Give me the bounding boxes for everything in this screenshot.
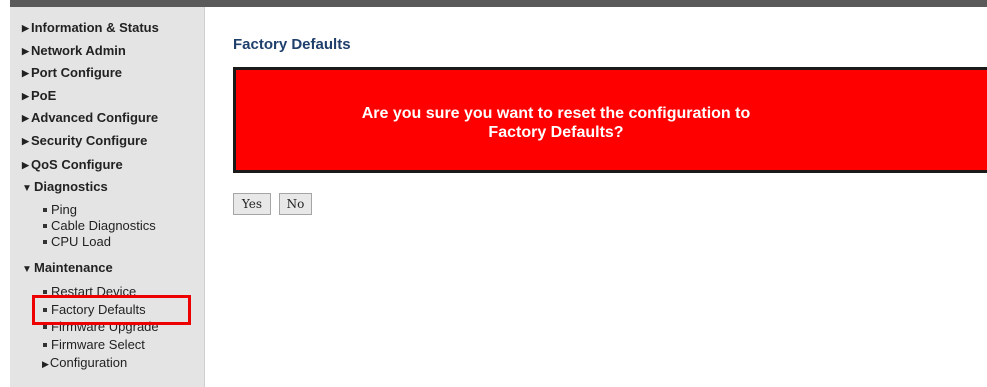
sidebar-item-port-configure[interactable]: ▶ Port Configure	[22, 65, 122, 81]
bullet-icon	[43, 224, 47, 228]
sidebar: ▶ Information & Status ▶ Network Admin ▶ Po…	[10, 7, 205, 387]
sidebar-subitem-cable-diagnostics[interactable]: Cable Diagnostics	[43, 218, 156, 233]
caret-right-icon: ▶	[22, 23, 29, 33]
sidebar-item-security-configure[interactable]: ▶ Security Configure	[22, 133, 147, 149]
caret-right-icon: ▶	[22, 136, 29, 146]
sidebar-subitem-label: Configuration	[49, 355, 128, 370]
sidebar-subitem-label: Ping	[51, 202, 78, 217]
bullet-icon	[43, 208, 47, 212]
sidebar-subitem-label: Cable Diagnostics	[51, 218, 156, 233]
caret-right-icon: ▶	[22, 113, 29, 123]
sidebar-subitem-configuration[interactable]: ▶Configuration	[42, 355, 127, 372]
sidebar-item-label: Port Configure	[31, 65, 122, 80]
sidebar-subitem-label: Firmware Select	[51, 337, 145, 352]
warning-box: Are you sure you want to reset the confi…	[233, 67, 987, 173]
sidebar-item-advanced-configure[interactable]: ▶ Advanced Configure	[22, 110, 158, 126]
sidebar-item-label: QoS Configure	[31, 157, 123, 172]
warning-line-1: Are you sure you want to reset the confi…	[361, 105, 751, 122]
selection-highlight	[32, 295, 191, 325]
sidebar-item-label: Maintenance	[34, 260, 113, 275]
sidebar-item-label: Diagnostics	[34, 179, 108, 194]
sidebar-subitem-firmware-select[interactable]: Firmware Select	[43, 337, 145, 352]
sidebar-item-label: PoE	[31, 88, 57, 103]
sidebar-item-qos-configure[interactable]: ▶ QoS Configure	[22, 157, 123, 173]
bullet-icon	[43, 290, 47, 294]
bullet-icon	[43, 343, 47, 347]
sidebar-item-maintenance[interactable]: ▼ Maintenance	[22, 260, 113, 278]
sidebar-item-label: Network Admin	[31, 43, 126, 58]
warning-line-2: Factory Defaults?	[488, 124, 624, 141]
sidebar-item-poe[interactable]: ▶ PoE	[22, 88, 56, 104]
caret-right-icon: ▶	[22, 68, 29, 78]
caret-right-icon: ▶	[22, 91, 29, 101]
caret-down-icon: ▼	[22, 183, 32, 194]
sidebar-subitem-ping[interactable]: Ping	[43, 202, 77, 217]
sidebar-item-diagnostics[interactable]: ▼ Diagnostics	[22, 179, 108, 197]
sidebar-item-network-admin[interactable]: ▶ Network Admin	[22, 43, 126, 59]
caret-right-icon: ▶	[42, 359, 49, 369]
sidebar-subitem-cpu-load[interactable]: CPU Load	[43, 234, 111, 249]
sidebar-item-label: Security Configure	[31, 133, 148, 148]
left-margin	[0, 0, 10, 387]
yes-button[interactable]: Yes	[233, 193, 271, 215]
sidebar-item-label: Advanced Configure	[31, 110, 159, 125]
warning-message: Are you sure you want to reset the confi…	[236, 104, 876, 142]
caret-right-icon: ▶	[22, 160, 29, 170]
sidebar-item-information-status[interactable]: ▶ Information & Status	[22, 20, 159, 36]
bullet-icon	[43, 325, 47, 329]
bullet-icon	[43, 240, 47, 244]
caret-right-icon: ▶	[22, 46, 29, 56]
sidebar-subitem-label: CPU Load	[51, 234, 111, 249]
caret-down-icon: ▼	[22, 264, 32, 275]
page-title: Factory Defaults	[233, 36, 351, 53]
no-button[interactable]: No	[279, 193, 312, 215]
top-bar	[0, 0, 987, 7]
sidebar-item-label: Information & Status	[31, 20, 159, 35]
